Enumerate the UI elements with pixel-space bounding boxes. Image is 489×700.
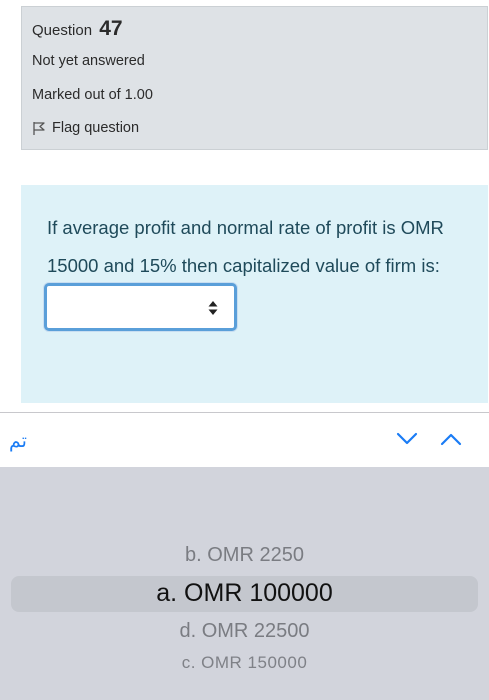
question-number: 47 bbox=[99, 17, 123, 40]
answer-status: Not yet answered bbox=[32, 53, 145, 69]
question-text: If average profit and normal rate of pro… bbox=[47, 217, 444, 276]
question-heading: Question 47 bbox=[32, 17, 123, 41]
picker-option[interactable]: c. OMR 150000 bbox=[0, 653, 489, 673]
picker-option[interactable]: b. OMR 2250 bbox=[0, 544, 489, 567]
answer-select[interactable] bbox=[44, 283, 237, 331]
flag-question-link[interactable]: Flag question bbox=[32, 120, 139, 136]
select-arrows-icon bbox=[208, 301, 218, 315]
page: Question 47 Not yet answered Marked out … bbox=[0, 0, 489, 700]
picker-option-selected[interactable]: a. OMR 100000 bbox=[0, 579, 489, 608]
question-label: Question bbox=[32, 22, 93, 39]
flag-icon bbox=[33, 121, 45, 135]
picker-option[interactable]: d. OMR 22500 bbox=[0, 620, 489, 643]
chevron-up-icon[interactable] bbox=[440, 432, 462, 446]
question-text-panel: If average profit and normal rate of pro… bbox=[21, 185, 488, 403]
question-info-panel: Question 47 Not yet answered Marked out … bbox=[21, 6, 488, 150]
picker-toolbar: تم bbox=[0, 412, 489, 467]
flag-question-label: Flag question bbox=[52, 120, 140, 136]
question-marks: Marked out of 1.00 bbox=[32, 87, 153, 103]
done-button[interactable]: تم bbox=[9, 430, 27, 452]
option-picker-wheel[interactable]: b. OMR 2250 a. OMR 100000 d. OMR 22500 c… bbox=[0, 467, 489, 700]
chevron-down-icon[interactable] bbox=[396, 432, 418, 446]
